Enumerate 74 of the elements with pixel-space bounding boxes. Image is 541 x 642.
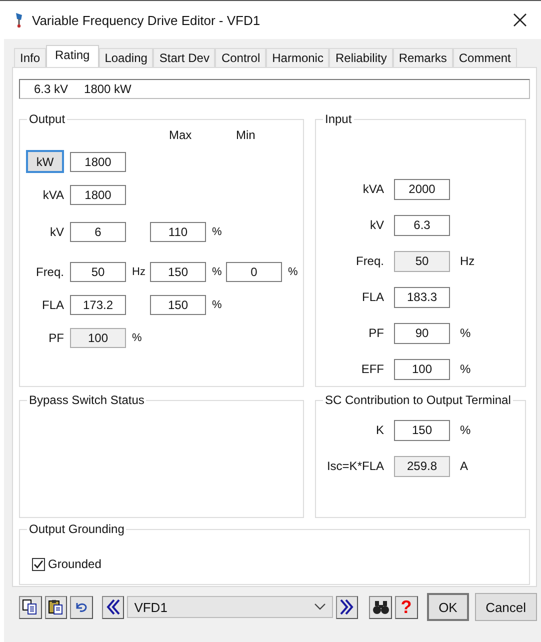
next-icon[interactable] [336,596,358,618]
unit-text: % [460,362,471,376]
field-label: PF [48,330,64,344]
field-label: kVA [42,188,64,202]
tab[interactable]: Remarks [392,48,453,67]
group-title: Output [27,112,68,126]
value-field[interactable]: 183.3 [394,286,450,308]
checkbox[interactable] [32,558,45,570]
max-field[interactable]: 110 [150,222,206,242]
value-field[interactable]: 6.3 [394,214,450,236]
max-field[interactable]: 150 [150,294,206,314]
field-label: PF [368,326,385,340]
unit-text: % [132,332,142,344]
value-field[interactable]: 1800 [70,152,126,172]
unit-text: % [212,266,222,278]
field-label: Freq. [36,264,64,278]
tab[interactable]: Loading [98,48,154,67]
value-field[interactable]: 90 [394,322,450,344]
value-field[interactable]: 1800 [70,184,126,204]
unit-text: Hz [132,266,146,278]
field-label: FLA [360,290,385,304]
group-title: Bypass Switch Status [27,393,146,407]
unit-text: % [288,266,298,278]
power-text: 1800 kW [84,82,132,96]
field-label: kV [50,224,64,238]
group-title: Input [323,112,354,126]
value-field[interactable]: 150 [394,420,450,440]
tab[interactable]: Rating [46,45,99,67]
tab[interactable]: Start Dev [153,48,216,67]
value-field[interactable]: 100 [394,358,450,380]
max-field[interactable]: 150 [150,262,206,282]
value-field[interactable]: 6 [70,222,126,242]
record-dropdown[interactable]: VFD1 [127,596,333,618]
pin-icon [14,12,24,28]
tab[interactable]: Reliability [329,48,393,67]
window-title: Variable Frequency Drive Editor - VFD1 [32,12,262,28]
tab[interactable]: Info [14,48,46,67]
grounded-checkbox[interactable]: Grounded [32,557,102,571]
previous-icon[interactable] [102,596,124,618]
unit-text: % [460,326,471,340]
unit-text: % [460,423,471,437]
field-label: Isc=K*FLA [326,459,385,473]
field-label: FLA [42,298,64,312]
group-title: SC Contribution to Output Terminal [323,393,513,407]
value-field[interactable]: 173.2 [70,294,126,314]
undo-icon[interactable] [70,596,93,618]
field-label: K [374,423,385,437]
column-header: Min [236,128,256,142]
group-title: Output Grounding [27,522,126,536]
unit-text: % [212,298,222,310]
unit-button[interactable]: kW [26,150,64,173]
field-label: kV [368,218,385,232]
unit-text: A [460,459,468,473]
field-label: kVA [362,182,385,196]
chevron-down-icon[interactable] [314,603,326,611]
voltage-text: 6.3 kV [34,82,68,96]
field-label: Freq. [354,254,385,268]
min-field[interactable]: 0 [226,262,282,282]
unit-text: % [212,226,222,238]
close-icon[interactable] [513,13,527,27]
binoculars-icon[interactable] [369,596,392,618]
paste-icon[interactable] [44,596,68,618]
field-label: EFF [360,362,385,376]
dialog-button[interactable]: Cancel [474,593,538,621]
unit-text: Hz [460,254,475,268]
help-button[interactable]: ? [395,596,418,618]
value-field[interactable]: 2000 [394,178,450,200]
column-header: Max [169,128,193,142]
tab[interactable]: Control [215,48,266,67]
tab[interactable]: Comment [452,48,517,67]
dialog-button[interactable]: OK [426,593,469,621]
value-field[interactable]: 50 [70,262,126,282]
tab[interactable]: Harmonic [266,48,330,67]
copy-icon[interactable] [19,596,42,618]
